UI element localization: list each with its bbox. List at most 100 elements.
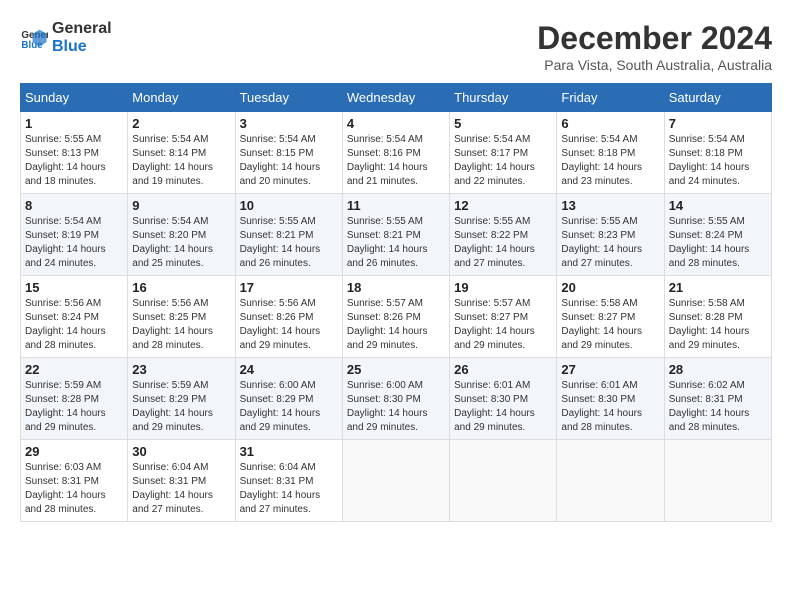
calendar-cell: 12 Sunrise: 5:55 AM Sunset: 8:22 PM Dayl… <box>450 194 557 276</box>
column-header-monday: Monday <box>128 84 235 112</box>
logo-line1: General <box>52 20 112 38</box>
day-info: Sunrise: 5:54 AM Sunset: 8:18 PM Dayligh… <box>561 133 659 189</box>
calendar-cell: 26 Sunrise: 6:01 AM Sunset: 8:30 PM Dayl… <box>450 358 557 440</box>
calendar-cell: 19 Sunrise: 5:57 AM Sunset: 8:27 PM Dayl… <box>450 276 557 358</box>
day-number: 28 <box>669 362 767 377</box>
calendar-cell: 27 Sunrise: 6:01 AM Sunset: 8:30 PM Dayl… <box>557 358 664 440</box>
calendar-cell: 6 Sunrise: 5:54 AM Sunset: 8:18 PM Dayli… <box>557 112 664 194</box>
day-number: 29 <box>25 444 123 459</box>
calendar-cell: 1 Sunrise: 5:55 AM Sunset: 8:13 PM Dayli… <box>21 112 128 194</box>
day-info: Sunrise: 6:02 AM Sunset: 8:31 PM Dayligh… <box>669 379 767 435</box>
calendar-cell: 28 Sunrise: 6:02 AM Sunset: 8:31 PM Dayl… <box>664 358 771 440</box>
day-number: 26 <box>454 362 552 377</box>
day-info: Sunrise: 5:59 AM Sunset: 8:28 PM Dayligh… <box>25 379 123 435</box>
calendar-cell: 31 Sunrise: 6:04 AM Sunset: 8:31 PM Dayl… <box>235 440 342 522</box>
calendar-cell: 8 Sunrise: 5:54 AM Sunset: 8:19 PM Dayli… <box>21 194 128 276</box>
calendar-week-row: 29 Sunrise: 6:03 AM Sunset: 8:31 PM Dayl… <box>21 440 772 522</box>
column-header-saturday: Saturday <box>664 84 771 112</box>
day-number: 19 <box>454 280 552 295</box>
calendar-cell: 10 Sunrise: 5:55 AM Sunset: 8:21 PM Dayl… <box>235 194 342 276</box>
day-number: 24 <box>240 362 338 377</box>
day-info: Sunrise: 6:00 AM Sunset: 8:30 PM Dayligh… <box>347 379 445 435</box>
day-number: 2 <box>132 116 230 131</box>
day-number: 1 <box>25 116 123 131</box>
day-number: 25 <box>347 362 445 377</box>
calendar-cell: 3 Sunrise: 5:54 AM Sunset: 8:15 PM Dayli… <box>235 112 342 194</box>
day-number: 15 <box>25 280 123 295</box>
calendar-cell: 23 Sunrise: 5:59 AM Sunset: 8:29 PM Dayl… <box>128 358 235 440</box>
day-number: 9 <box>132 198 230 213</box>
day-info: Sunrise: 5:54 AM Sunset: 8:15 PM Dayligh… <box>240 133 338 189</box>
calendar-cell <box>342 440 449 522</box>
calendar-cell: 11 Sunrise: 5:55 AM Sunset: 8:21 PM Dayl… <box>342 194 449 276</box>
day-info: Sunrise: 5:55 AM Sunset: 8:24 PM Dayligh… <box>669 215 767 271</box>
column-header-friday: Friday <box>557 84 664 112</box>
calendar-week-row: 1 Sunrise: 5:55 AM Sunset: 8:13 PM Dayli… <box>21 112 772 194</box>
day-number: 31 <box>240 444 338 459</box>
month-title: December 2024 <box>537 20 772 57</box>
location: Para Vista, South Australia, Australia <box>537 57 772 73</box>
calendar-cell <box>664 440 771 522</box>
day-info: Sunrise: 6:04 AM Sunset: 8:31 PM Dayligh… <box>132 461 230 517</box>
day-info: Sunrise: 5:54 AM Sunset: 8:18 PM Dayligh… <box>669 133 767 189</box>
day-info: Sunrise: 5:57 AM Sunset: 8:26 PM Dayligh… <box>347 297 445 353</box>
calendar-cell: 22 Sunrise: 5:59 AM Sunset: 8:28 PM Dayl… <box>21 358 128 440</box>
day-number: 30 <box>132 444 230 459</box>
day-number: 11 <box>347 198 445 213</box>
column-header-sunday: Sunday <box>21 84 128 112</box>
day-info: Sunrise: 5:56 AM Sunset: 8:25 PM Dayligh… <box>132 297 230 353</box>
page-header: General Blue General Blue December 2024 … <box>20 20 772 73</box>
day-info: Sunrise: 5:58 AM Sunset: 8:27 PM Dayligh… <box>561 297 659 353</box>
day-number: 10 <box>240 198 338 213</box>
calendar-cell: 16 Sunrise: 5:56 AM Sunset: 8:25 PM Dayl… <box>128 276 235 358</box>
day-info: Sunrise: 5:54 AM Sunset: 8:16 PM Dayligh… <box>347 133 445 189</box>
column-header-thursday: Thursday <box>450 84 557 112</box>
day-info: Sunrise: 5:56 AM Sunset: 8:24 PM Dayligh… <box>25 297 123 353</box>
day-info: Sunrise: 5:57 AM Sunset: 8:27 PM Dayligh… <box>454 297 552 353</box>
day-number: 7 <box>669 116 767 131</box>
calendar-cell: 7 Sunrise: 5:54 AM Sunset: 8:18 PM Dayli… <box>664 112 771 194</box>
day-number: 18 <box>347 280 445 295</box>
calendar-cell: 29 Sunrise: 6:03 AM Sunset: 8:31 PM Dayl… <box>21 440 128 522</box>
day-info: Sunrise: 5:54 AM Sunset: 8:14 PM Dayligh… <box>132 133 230 189</box>
day-number: 8 <box>25 198 123 213</box>
calendar-cell: 20 Sunrise: 5:58 AM Sunset: 8:27 PM Dayl… <box>557 276 664 358</box>
day-info: Sunrise: 6:01 AM Sunset: 8:30 PM Dayligh… <box>454 379 552 435</box>
day-info: Sunrise: 5:55 AM Sunset: 8:21 PM Dayligh… <box>240 215 338 271</box>
calendar-cell: 4 Sunrise: 5:54 AM Sunset: 8:16 PM Dayli… <box>342 112 449 194</box>
day-info: Sunrise: 5:55 AM Sunset: 8:22 PM Dayligh… <box>454 215 552 271</box>
calendar-week-row: 8 Sunrise: 5:54 AM Sunset: 8:19 PM Dayli… <box>21 194 772 276</box>
day-info: Sunrise: 5:55 AM Sunset: 8:23 PM Dayligh… <box>561 215 659 271</box>
day-info: Sunrise: 5:58 AM Sunset: 8:28 PM Dayligh… <box>669 297 767 353</box>
day-number: 16 <box>132 280 230 295</box>
day-number: 14 <box>669 198 767 213</box>
calendar-cell: 24 Sunrise: 6:00 AM Sunset: 8:29 PM Dayl… <box>235 358 342 440</box>
day-info: Sunrise: 5:54 AM Sunset: 8:19 PM Dayligh… <box>25 215 123 271</box>
calendar-cell <box>450 440 557 522</box>
logo-icon: General Blue <box>20 24 48 52</box>
calendar-cell: 13 Sunrise: 5:55 AM Sunset: 8:23 PM Dayl… <box>557 194 664 276</box>
day-info: Sunrise: 6:03 AM Sunset: 8:31 PM Dayligh… <box>25 461 123 517</box>
day-info: Sunrise: 5:54 AM Sunset: 8:17 PM Dayligh… <box>454 133 552 189</box>
column-header-wednesday: Wednesday <box>342 84 449 112</box>
day-number: 6 <box>561 116 659 131</box>
day-info: Sunrise: 5:55 AM Sunset: 8:13 PM Dayligh… <box>25 133 123 189</box>
title-block: December 2024 Para Vista, South Australi… <box>537 20 772 73</box>
calendar-cell: 14 Sunrise: 5:55 AM Sunset: 8:24 PM Dayl… <box>664 194 771 276</box>
calendar-header-row: SundayMondayTuesdayWednesdayThursdayFrid… <box>21 84 772 112</box>
calendar-cell <box>557 440 664 522</box>
day-number: 21 <box>669 280 767 295</box>
calendar-week-row: 22 Sunrise: 5:59 AM Sunset: 8:28 PM Dayl… <box>21 358 772 440</box>
day-number: 20 <box>561 280 659 295</box>
day-number: 12 <box>454 198 552 213</box>
calendar-table: SundayMondayTuesdayWednesdayThursdayFrid… <box>20 83 772 522</box>
calendar-cell: 15 Sunrise: 5:56 AM Sunset: 8:24 PM Dayl… <box>21 276 128 358</box>
calendar-cell: 2 Sunrise: 5:54 AM Sunset: 8:14 PM Dayli… <box>128 112 235 194</box>
day-number: 5 <box>454 116 552 131</box>
day-info: Sunrise: 5:54 AM Sunset: 8:20 PM Dayligh… <box>132 215 230 271</box>
day-number: 13 <box>561 198 659 213</box>
calendar-cell: 9 Sunrise: 5:54 AM Sunset: 8:20 PM Dayli… <box>128 194 235 276</box>
day-info: Sunrise: 6:00 AM Sunset: 8:29 PM Dayligh… <box>240 379 338 435</box>
day-number: 3 <box>240 116 338 131</box>
calendar-week-row: 15 Sunrise: 5:56 AM Sunset: 8:24 PM Dayl… <box>21 276 772 358</box>
